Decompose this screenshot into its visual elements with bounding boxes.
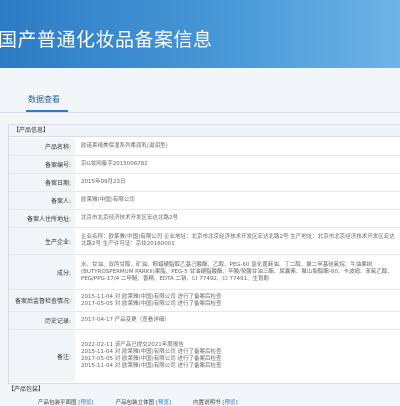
preview-link[interactable]: [预览] — [154, 400, 171, 406]
row-record-number: 备案编号: 京G妆网备字2015006782 — [9, 156, 400, 174]
row-value: 北京市北京经济技术开发区宏达北路2号 — [81, 215, 179, 221]
row-label: 备案日期: — [9, 174, 75, 191]
row-value: 2015-11-04 对 欧莱雅(中国)有限公司 进行了备案后检查 2017-0… — [81, 293, 222, 307]
row-record-date: 备案日期: 2015年09月23日 — [9, 174, 400, 192]
row-value: 欧莱雅(中国)有限公司 — [81, 197, 135, 203]
package-item: 内置说明书 [预览] — [193, 398, 238, 406]
row-registrant: 备案人: 欧莱雅(中国)有限公司 — [9, 192, 400, 210]
row-label: 备案编号: — [9, 156, 75, 173]
product-info-panel: 【产品信息】 产品名称: 欧诺莱绮美保湿系列柔润乳(滋润型) 备案编号: 京G妆… — [8, 124, 400, 384]
row-label: 成分: — [9, 255, 75, 289]
row-remarks: 备注: 2022-02-11 该产品已提交2021年度报告 2015-11-04… — [9, 330, 400, 382]
row-label: 备案后监督检查情况: — [9, 290, 75, 311]
banner-title: 国产普通化妆品备案信息 — [0, 29, 213, 51]
section-header-package: 【产品包装】 — [8, 386, 45, 393]
row-label: 历史记录: — [9, 312, 75, 329]
row-inspection: 备案后监督检查情况: 2015-11-04 对 欧莱雅(中国)有限公司 进行了备… — [9, 290, 400, 312]
row-value: 2015年09月23日 — [81, 179, 126, 185]
row-label: 备注: — [9, 330, 75, 382]
section-header-product: 【产品信息】 — [9, 125, 400, 137]
row-value: 2022-02-11 该产品已提交2021年度报告 2015-11-04 对 欧… — [81, 342, 222, 369]
tab-bar: 数据查看 — [0, 92, 400, 114]
package-item-row: 产品包装平面图 [预览] 产品包装立体图 [预览] 内置说明书 [预览] — [38, 398, 238, 406]
package-item-label: 产品包装立体图 — [115, 400, 155, 406]
row-value: 企业名称：欧莱雅(中国)有限公司 企业地址：北京市北京经济技术开发区宏达北路2号… — [81, 234, 395, 247]
row-history: 历史记录: 2017-04-17 产品变更（查看详细） — [9, 312, 400, 330]
preview-link[interactable]: [预览] — [221, 400, 237, 406]
row-value: 欧诺莱绮美保湿系列柔润乳(滋润型) — [81, 143, 168, 149]
row-value: 水、甘油、双丙甘醇、矿油、鲸蜡硬脂醇乙基己酸酯、乙醇、PEG-60 氢化蓖麻油、… — [81, 261, 393, 282]
row-label: 备案人住所地址: — [9, 210, 75, 227]
tab-data-view[interactable]: 数据查看 — [24, 92, 64, 108]
package-item-label: 产品包装平面图 — [38, 400, 77, 406]
preview-link[interactable]: [预览] — [77, 400, 93, 406]
row-registrant-address: 备案人住所地址: 北京市北京经济技术开发区宏达北路2号 — [9, 210, 400, 228]
package-item: 产品包装立体图 [预览] — [116, 398, 172, 406]
package-item-label: 内置说明书 — [193, 400, 221, 406]
row-label: 生产企业: — [9, 228, 75, 254]
page-banner: 国产普通化妆品备案信息 — [0, 0, 400, 68]
row-product-name: 产品名称: 欧诺莱绮美保湿系列柔润乳(滋润型) — [9, 138, 400, 156]
row-label: 备案人: — [9, 192, 75, 209]
row-label: 产品名称: — [9, 138, 75, 155]
row-ingredients: 成分: 水、甘油、双丙甘醇、矿油、鲸蜡硬脂醇乙基己酸酯、乙醇、PEG-60 氢化… — [9, 255, 400, 290]
row-value: 京G妆网备字2015006782 — [81, 161, 148, 167]
row-manufacturer: 生产企业: 企业名称：欧莱雅(中国)有限公司 企业地址：北京市北京经济技术开发区… — [9, 228, 400, 255]
package-item: 产品包装平面图 [预览] — [38, 398, 94, 406]
product-package-section: 【产品包装】 — [8, 384, 400, 393]
row-value[interactable]: 2017-04-17 产品变更（查看详细） — [81, 312, 399, 329]
tab-divider — [0, 112, 400, 113]
